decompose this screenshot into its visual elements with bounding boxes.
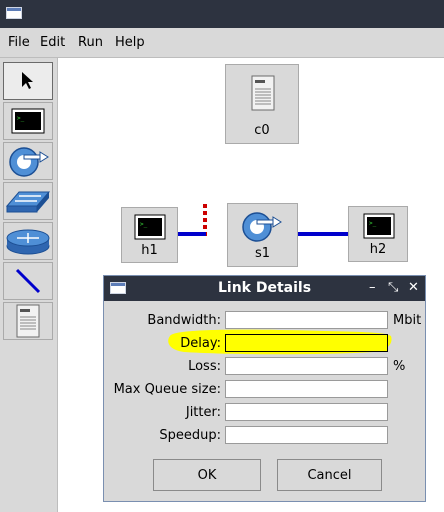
menu-bar: File Edit Run Help (0, 28, 444, 58)
menu-file[interactable]: File (8, 35, 30, 50)
link-tool-button[interactable] (3, 262, 53, 300)
switch-tool-button[interactable] (3, 142, 53, 180)
jitter-input[interactable] (225, 403, 388, 421)
tool-palette: >_ (0, 58, 58, 512)
select-tool-button[interactable] (3, 62, 53, 100)
pointer-icon (22, 72, 33, 89)
switch-node-s1[interactable]: s1 (227, 203, 298, 267)
speedup-input[interactable] (225, 426, 388, 444)
host-node-h1[interactable]: >_ h1 (121, 207, 178, 263)
node-label-h1: h1 (141, 243, 158, 258)
router-icon (6, 229, 50, 255)
legacy-switch-icon (5, 191, 51, 213)
node-label-c0: c0 (254, 123, 270, 138)
max-queue-size-input[interactable] (225, 380, 388, 398)
terminal-host-icon: >_ (134, 214, 166, 240)
menu-help[interactable]: Help (115, 35, 145, 50)
legacy-switch-tool-button[interactable] (3, 182, 53, 220)
svg-text:>_: >_ (140, 221, 148, 228)
controller-server-icon (16, 304, 40, 338)
terminal-host-icon: >_ (11, 108, 45, 134)
ok-button[interactable]: OK (153, 459, 261, 491)
controller-node-c0[interactable]: c0 (225, 64, 299, 144)
window-icon (6, 7, 22, 19)
svg-text:>_: >_ (369, 220, 377, 227)
delay-label: Delay: (180, 336, 221, 351)
controller-tool-button[interactable] (3, 302, 53, 340)
loss-input[interactable] (225, 357, 388, 375)
openflow-switch-icon (9, 147, 49, 177)
delay-input[interactable] (225, 334, 388, 352)
bandwidth-unit: Mbit (393, 313, 422, 328)
menu-run[interactable]: Run (78, 35, 103, 50)
window-titlebar (0, 0, 444, 28)
loss-unit: % (393, 359, 406, 374)
link-line-icon (15, 268, 41, 294)
cancel-button[interactable]: Cancel (277, 459, 382, 491)
host-tool-button[interactable]: >_ (3, 102, 53, 140)
bandwidth-label: Bandwidth: (147, 313, 221, 328)
bandwidth-input[interactable] (225, 311, 388, 329)
openflow-switch-icon (242, 212, 282, 242)
svg-text:>_: >_ (17, 115, 25, 122)
speedup-label: Speedup: (159, 428, 221, 443)
node-label-s1: s1 (254, 246, 271, 261)
loss-label: Loss: (188, 359, 221, 374)
max-queue-size-label: Max Queue size: (113, 382, 221, 397)
controller-server-icon (251, 75, 275, 111)
router-tool-button[interactable] (3, 222, 53, 260)
host-node-h2[interactable]: >_ h2 (348, 206, 408, 262)
menu-edit[interactable]: Edit (40, 35, 65, 50)
jitter-label: Jitter: (185, 405, 221, 420)
terminal-host-icon: >_ (363, 213, 395, 239)
node-label-h2: h2 (369, 242, 387, 257)
link-details-dialog: Link Details – ⤡ ✕ Bandwidth: Mbit Delay… (103, 275, 426, 502)
